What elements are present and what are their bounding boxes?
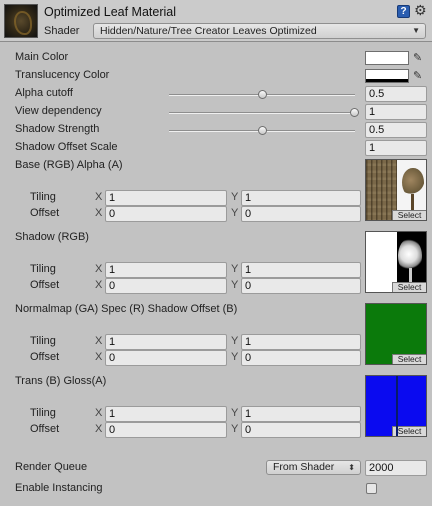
axis-x-label: X [95,279,103,291]
texture-label-trans: Trans (B) Gloss(A) [15,375,107,387]
alpha-cutoff-slider-thumb[interactable] [258,90,267,99]
axis-y-label: Y [231,263,239,275]
material-header: Optimized Leaf Material ? ⚙ Shader Hidde… [0,0,432,42]
chevron-updown-icon: ⬍ [348,463,355,472]
normalmap-offset-y-field[interactable]: 0 [241,350,361,366]
trans-offset-x-field[interactable]: 0 [105,422,227,438]
axis-x-label: X [95,263,103,275]
select-texture-button[interactable]: Select [392,354,426,364]
shadow-offset-x-field[interactable]: 0 [105,278,227,294]
base-offset-x-field[interactable]: 0 [105,206,227,222]
main-color-label: Main Color [15,51,69,63]
alpha-cutoff-label: Alpha cutoff [15,87,73,99]
normalmap-texture-slot[interactable]: Select [365,303,427,365]
help-icon[interactable]: ? [397,5,410,18]
base-tiling-x-field[interactable]: 1 [105,190,227,206]
normalmap-offset-x-field[interactable]: 0 [105,350,227,366]
base-offset-y-field[interactable]: 0 [241,206,361,222]
gear-icon[interactable]: ⚙ [414,2,427,19]
offset-label: Offset [30,279,60,291]
alpha-cutoff-field[interactable]: 0.5 [365,86,427,102]
main-color-swatch[interactable] [365,51,409,65]
view-dependency-field[interactable]: 1 [365,104,427,120]
axis-x-label: X [95,407,103,419]
texture-label-normalmap: Normalmap (GA) Spec (R) Shadow Offset (B… [15,303,238,315]
axis-y-label: Y [231,335,239,347]
shadow-strength-label: Shadow Strength [15,123,100,135]
select-texture-button[interactable]: Select [392,282,426,292]
trans-texture-slot[interactable]: Select [365,375,427,437]
tiling-label: Tiling [30,191,56,203]
trans-tiling-y-field[interactable]: 1 [241,406,361,422]
render-queue-dropdown[interactable]: From Shader ⬍ [266,460,361,475]
shadow-offset-scale-field[interactable]: 1 [365,140,427,156]
axis-y-label: Y [231,423,239,435]
axis-y-label: Y [231,191,239,203]
shadow-offset-scale-label: Shadow Offset Scale [15,141,118,153]
view-dependency-slider-thumb[interactable] [350,108,359,117]
view-dependency-slider[interactable] [169,112,355,114]
axis-y-label: Y [231,279,239,291]
material-preview-thumbnail [4,4,38,38]
offset-label: Offset [30,207,60,219]
normalmap-tiling-y-field[interactable]: 1 [241,334,361,350]
eyedropper-icon[interactable]: ✎ [413,69,422,82]
axis-x-label: X [95,423,103,435]
shader-label: Shader [44,25,80,37]
shadow-tiling-x-field[interactable]: 1 [105,262,227,278]
axis-x-label: X [95,335,103,347]
translucency-color-swatch[interactable] [365,69,409,83]
shadow-strength-slider-thumb[interactable] [258,126,267,135]
shader-dropdown[interactable]: Hidden/Nature/Tree Creator Leaves Optimi… [93,23,426,39]
shadow-offset-y-field[interactable]: 0 [241,278,361,294]
trans-tiling-x-field[interactable]: 1 [105,406,227,422]
axis-y-label: Y [231,407,239,419]
offset-label: Offset [30,351,60,363]
base-texture-slot[interactable]: Select [365,159,427,221]
shadow-texture-slot[interactable]: Select [365,231,427,293]
render-queue-mode: From Shader [273,461,335,473]
select-texture-button[interactable]: Select [392,426,426,436]
shader-dropdown-value: Hidden/Nature/Tree Creator Leaves Optimi… [100,25,317,37]
texture-label-base: Base (RGB) Alpha (A) [15,159,123,171]
axis-x-label: X [95,191,103,203]
translucency-color-label: Translucency Color [15,69,110,81]
axis-x-label: X [95,351,103,363]
select-texture-button[interactable]: Select [392,210,426,220]
chevron-down-icon: ▼ [412,26,420,35]
base-tiling-y-field[interactable]: 1 [241,190,361,206]
normalmap-tiling-x-field[interactable]: 1 [105,334,227,350]
tiling-label: Tiling [30,335,56,347]
tiling-label: Tiling [30,263,56,275]
render-queue-label: Render Queue [15,461,88,473]
enable-instancing-label: Enable Instancing [15,482,103,494]
axis-y-label: Y [231,207,239,219]
enable-instancing-checkbox[interactable] [366,483,377,494]
trans-offset-y-field[interactable]: 0 [241,422,361,438]
texture-label-shadow: Shadow (RGB) [15,231,89,243]
axis-y-label: Y [231,351,239,363]
offset-label: Offset [30,423,60,435]
render-queue-value-field[interactable]: 2000 [365,460,427,476]
material-title: Optimized Leaf Material [44,5,177,19]
axis-x-label: X [95,207,103,219]
eyedropper-icon[interactable]: ✎ [413,51,422,64]
shadow-tiling-y-field[interactable]: 1 [241,262,361,278]
view-dependency-label: View dependency [15,105,102,117]
tiling-label: Tiling [30,407,56,419]
shadow-strength-field[interactable]: 0.5 [365,122,427,138]
